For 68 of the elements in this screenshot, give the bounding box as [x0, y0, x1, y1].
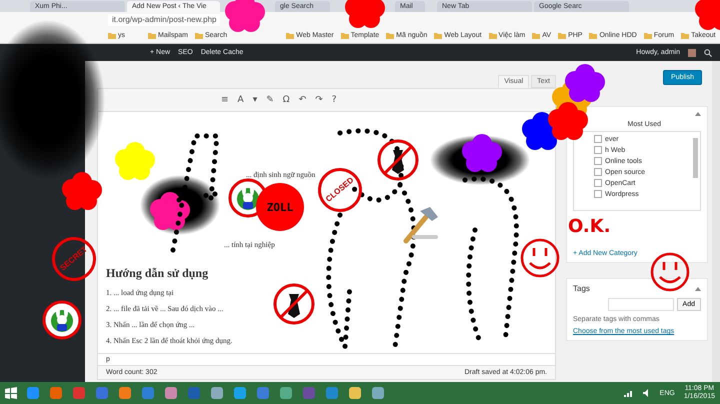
checkbox[interactable] [594, 179, 602, 187]
folder-icon [286, 32, 294, 38]
url-field[interactable]: it.org/wp-admin/post-new.php [108, 14, 220, 26]
panel-title: Tags [573, 284, 590, 293]
scrollbar [693, 138, 698, 178]
app-icon [279, 386, 293, 400]
scrawl: O.K. [568, 216, 611, 237]
collapse-icon [695, 286, 701, 290]
folder-icon [488, 32, 497, 38]
app-icon [210, 386, 224, 400]
folder-icon [589, 32, 598, 38]
paint-blob-drawing [225, 0, 265, 32]
app-icon [256, 386, 270, 400]
search-icon [704, 48, 712, 56]
paint-blob-drawing [62, 170, 102, 210]
checkbox[interactable] [594, 157, 602, 165]
folder-icon [434, 32, 442, 38]
toolbar-button[interactable]: ↷ [312, 95, 326, 105]
no-sign-icon [376, 138, 420, 182]
folder-icon [644, 32, 652, 38]
folder-icon [194, 32, 203, 38]
smiley-face-icon [520, 238, 560, 278]
paint-blob-drawing [115, 140, 155, 180]
toolbar-button[interactable]: ? [328, 95, 340, 105]
paint-blob-drawing [345, 0, 385, 28]
app-icon [371, 386, 385, 400]
collapse-icon [695, 112, 701, 116]
toolbar-button[interactable]: ≡ [218, 95, 232, 105]
folder-icon [108, 32, 116, 38]
app-icon [325, 386, 339, 400]
app-icon [187, 386, 201, 400]
app-icon [233, 386, 247, 400]
app-icon [141, 386, 155, 400]
toolbar-button[interactable]: Ω [280, 95, 293, 105]
checkbox[interactable] [594, 190, 602, 198]
checkbox[interactable] [594, 146, 602, 154]
folder-icon [340, 32, 349, 38]
app-icon [26, 386, 40, 400]
folder-icon [681, 32, 690, 38]
speaker-icon [642, 389, 651, 397]
app-icon [302, 386, 316, 400]
app-icon [49, 386, 63, 400]
avatar-placeholder [688, 48, 696, 56]
paint-blob-drawing [565, 62, 605, 102]
app-icon [164, 386, 178, 400]
content-heading: Hướng dẫn sử dụng [106, 266, 208, 281]
smiley-face-icon [650, 252, 690, 292]
app-icon [72, 386, 86, 400]
tag-input-field[interactable] [608, 298, 674, 311]
toolbar-button[interactable]: ↶ [296, 95, 310, 105]
checkbox[interactable] [594, 168, 602, 176]
paint-blob-drawing [462, 132, 502, 172]
signal-icon [624, 389, 634, 397]
toolbar-button[interactable]: ✎ [263, 95, 277, 105]
no-sign-icon [272, 282, 316, 326]
folder-icon [558, 32, 566, 38]
checkbox[interactable] [594, 135, 602, 143]
toolbar-button[interactable]: A [234, 95, 247, 105]
windows-logo-icon [5, 387, 17, 399]
folder-icon [148, 32, 156, 38]
paint-blob-drawing [548, 100, 588, 140]
app-icon [118, 386, 132, 400]
app-icon [348, 386, 362, 400]
toolbar-button[interactable]: ▾ [250, 95, 260, 105]
folder-icon [386, 32, 394, 38]
app-icon [95, 386, 109, 400]
paint-blob-drawing [150, 190, 190, 230]
folder-icon [532, 32, 540, 38]
